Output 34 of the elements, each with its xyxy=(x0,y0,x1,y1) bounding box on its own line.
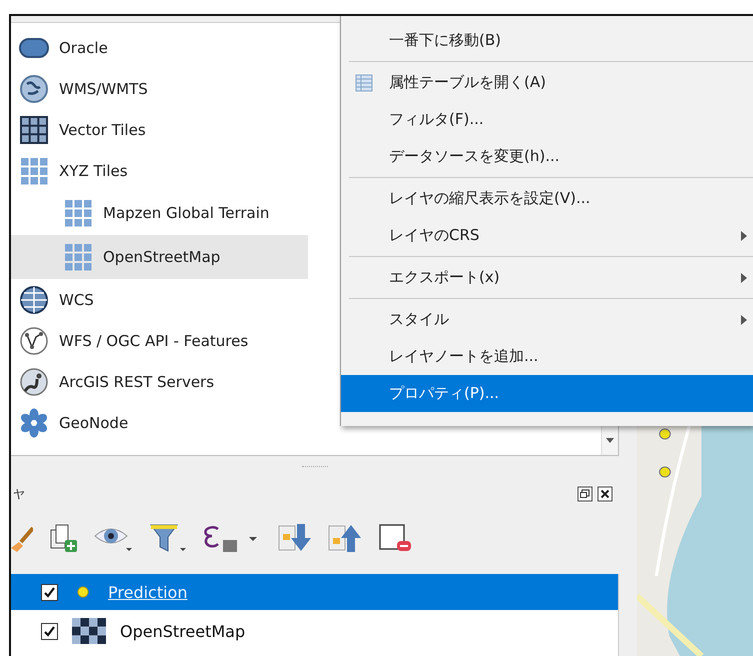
flower-icon xyxy=(19,408,49,438)
menu-item[interactable]: エクスポート(x) xyxy=(341,259,753,296)
globe-icon xyxy=(19,74,49,104)
browser-item[interactable]: OpenStreetMap xyxy=(11,235,308,279)
globe-icon xyxy=(19,366,49,396)
float-icon[interactable] xyxy=(577,486,593,502)
raster-layer-icon xyxy=(72,618,106,644)
filter-icon[interactable] xyxy=(147,522,187,554)
layer-row[interactable]: OpenStreetMap xyxy=(11,613,618,649)
menu-item[interactable]: 一番下に移動(B) xyxy=(341,22,753,59)
grid-icon xyxy=(19,114,49,144)
browser-item[interactable]: Mapzen Global Terrain xyxy=(11,191,308,235)
remove-layer-icon[interactable] xyxy=(377,522,413,554)
tiles-icon xyxy=(19,156,49,186)
menu-item[interactable]: データソースを変更(h)... xyxy=(341,138,753,175)
close-icon[interactable] xyxy=(597,486,613,502)
layer-checkbox[interactable] xyxy=(41,622,58,640)
layer-checkbox[interactable] xyxy=(41,584,58,600)
menu-item[interactable]: レイヤノートを追加... xyxy=(341,338,753,375)
point-symbol-icon xyxy=(77,586,89,598)
globe-icon xyxy=(19,284,49,314)
menu-item[interactable]: フィルタ(F)... xyxy=(341,101,753,138)
menu-item[interactable]: レイヤの縮尺表示を設定(V)... xyxy=(341,180,753,217)
panel-title: ヤ xyxy=(13,486,25,502)
layer-name: OpenStreetMap xyxy=(120,622,246,640)
globe-icon xyxy=(19,326,49,356)
menu-item[interactable]: レイヤのCRS xyxy=(341,217,753,254)
tiles-icon xyxy=(63,242,93,272)
menu-item[interactable]: 属性テーブルを開く(A) xyxy=(341,64,753,101)
menu-item[interactable]: スタイル xyxy=(341,301,753,338)
tiles-icon xyxy=(63,198,93,228)
layer-name: Prediction xyxy=(108,582,188,602)
layer-row[interactable]: Prediction xyxy=(11,574,618,610)
menu-item[interactable]: プロパティ(P)... xyxy=(341,375,753,412)
